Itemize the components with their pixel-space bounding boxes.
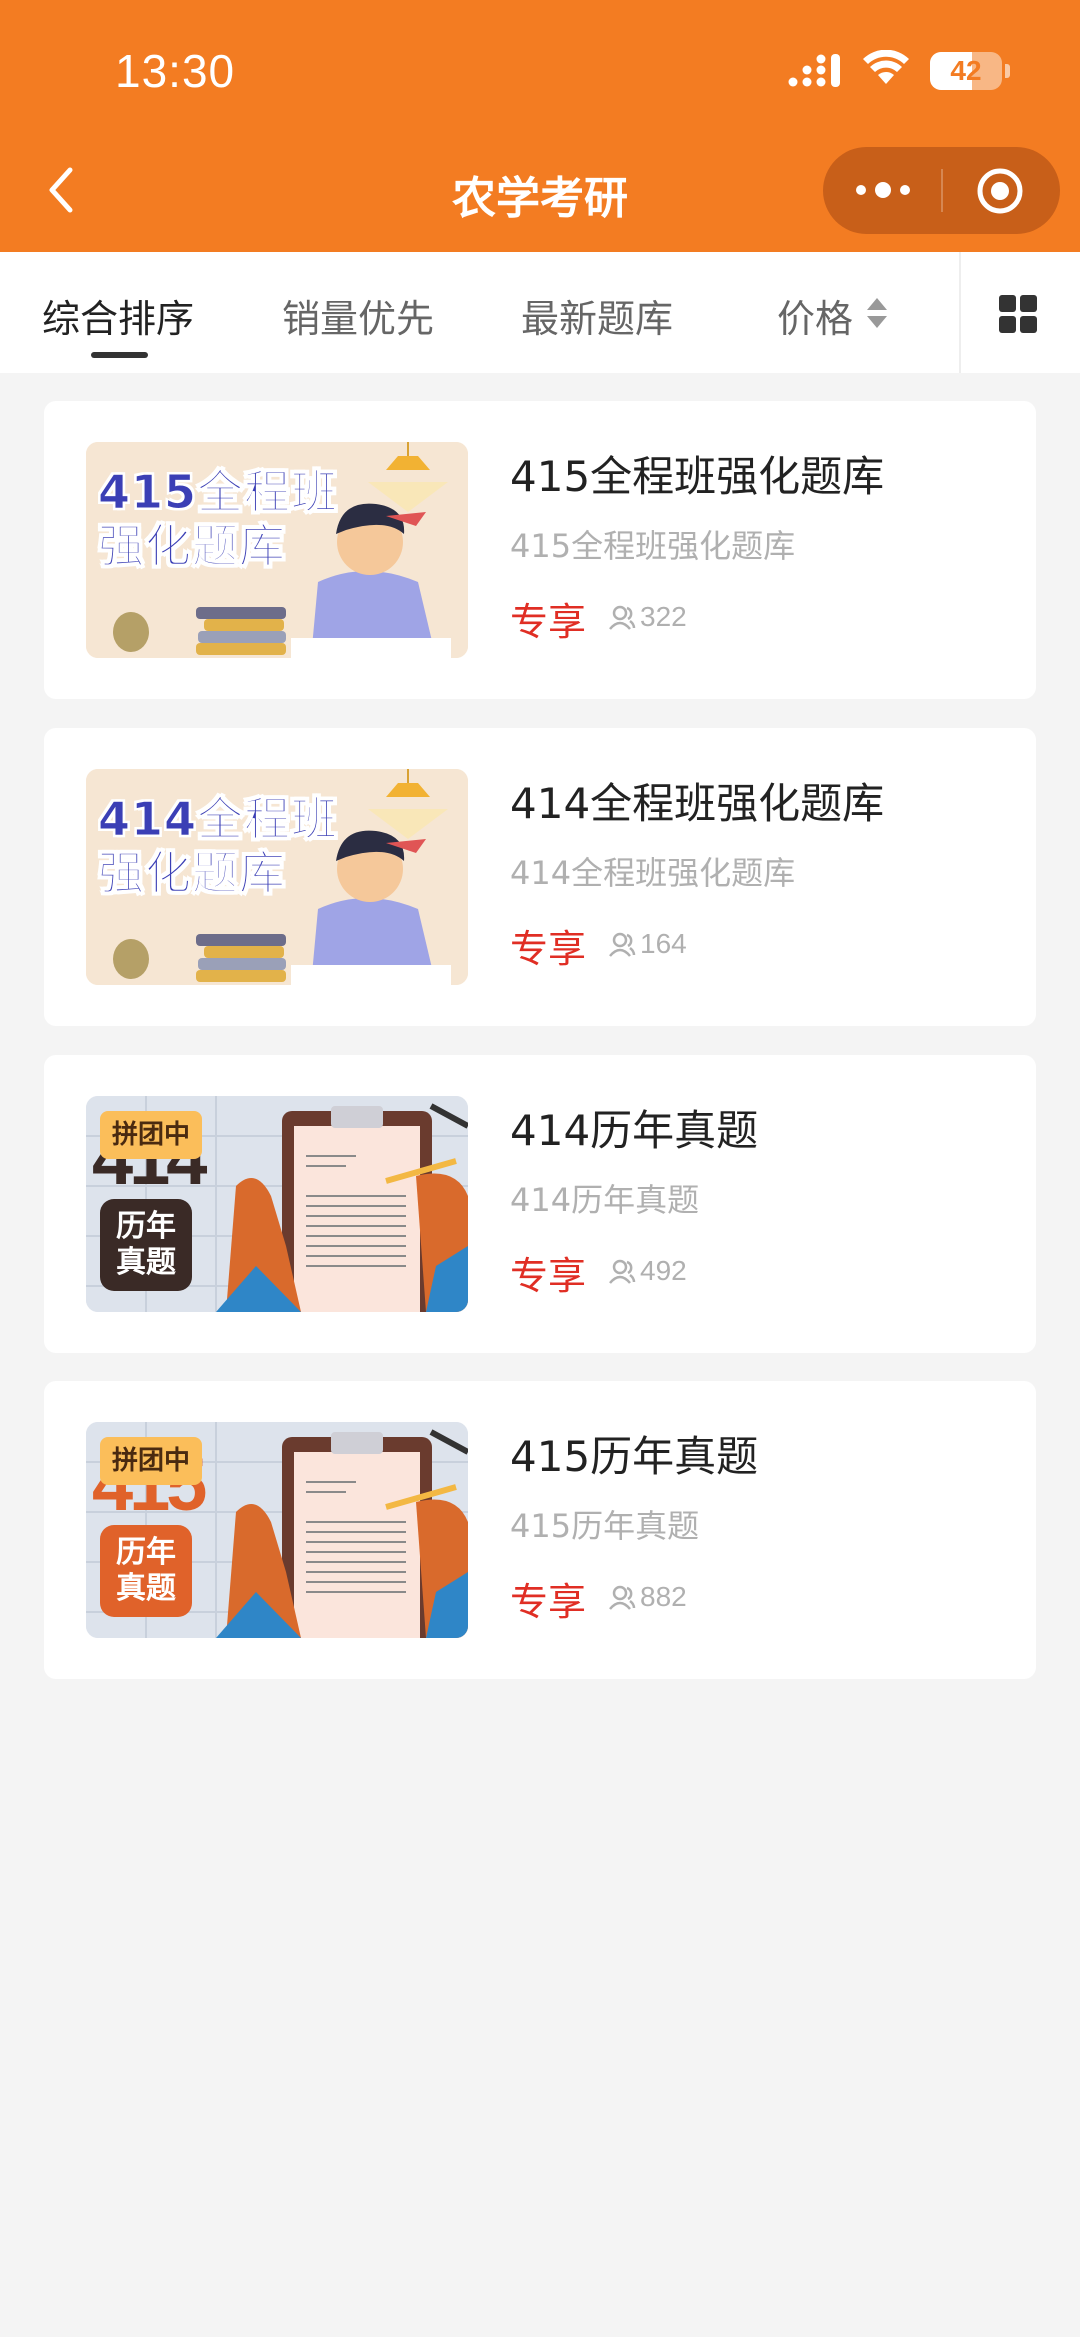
product-card[interactable]: 414 拼团中 历年 真题 414历年真题 414历年真题 专享 492 bbox=[44, 1055, 1036, 1353]
learner-count-value: 164 bbox=[640, 928, 687, 959]
exclusive-tag: 专享 bbox=[510, 1254, 587, 1298]
thumbnail-label-line1: 历年 bbox=[116, 1209, 176, 1244]
wifi-icon bbox=[863, 50, 909, 84]
top-header: 13:30 42 农学考研 bbox=[0, 0, 1080, 252]
learner-count: 492 bbox=[608, 1255, 687, 1287]
sort-arrows-icon bbox=[867, 298, 887, 328]
thumbnail-title-line2: 强化题库 bbox=[98, 519, 286, 573]
grid-view-icon[interactable] bbox=[998, 294, 1038, 334]
thumbnail-title-line2: 强化题库 bbox=[98, 846, 286, 900]
thumbnail-title-line1: 415全程班 bbox=[97, 465, 339, 519]
sort-bar: 综合排序 销量优先 最新题库 价格 bbox=[0, 252, 1080, 373]
active-tab-indicator bbox=[91, 352, 148, 358]
sort-sales[interactable]: 销量优先 bbox=[282, 288, 434, 343]
product-card[interactable]: 414全程班 强化题库 414全程班强化题库 414全程班强化题库 专享 164 bbox=[44, 728, 1036, 1026]
close-miniprogram-icon[interactable] bbox=[976, 167, 1024, 215]
product-subtitle: 414历年真题 bbox=[510, 1181, 700, 1219]
product-subtitle: 415历年真题 bbox=[510, 1507, 700, 1545]
battery-icon: 42 bbox=[930, 52, 1002, 90]
product-thumbnail: 414 拼团中 历年 真题 bbox=[86, 1096, 468, 1312]
product-subtitle: 415全程班强化题库 bbox=[510, 527, 796, 565]
learner-count-value: 882 bbox=[640, 1581, 687, 1612]
learner-count-value: 322 bbox=[640, 601, 687, 632]
battery-level: 42 bbox=[950, 55, 982, 86]
thumbnail-label-line1: 历年 bbox=[116, 1535, 176, 1570]
learner-count-value: 492 bbox=[640, 1255, 687, 1286]
product-card[interactable]: 415全程班 强化题库 415全程班强化题库 415全程班强化题库 专享 322 bbox=[44, 401, 1036, 699]
product-title: 414全程班强化题库 bbox=[510, 779, 885, 828]
product-subtitle: 414全程班强化题库 bbox=[510, 854, 796, 892]
more-options-icon[interactable] bbox=[853, 175, 913, 205]
thumbnail-label-line2: 真题 bbox=[116, 1245, 176, 1280]
product-title: 415历年真题 bbox=[510, 1432, 759, 1481]
cellular-signal-icon bbox=[788, 54, 840, 87]
product-thumbnail: 414全程班 强化题库 bbox=[86, 769, 468, 985]
sort-price[interactable]: 价格 bbox=[777, 288, 853, 343]
thumbnail-label: 历年 真题 bbox=[100, 1199, 192, 1291]
exclusive-tag: 专享 bbox=[510, 927, 587, 971]
exclusive-tag: 专享 bbox=[510, 600, 587, 644]
user-icon bbox=[609, 1585, 636, 1610]
product-title: 415全程班强化题库 bbox=[510, 452, 885, 501]
product-title: 414历年真题 bbox=[510, 1106, 759, 1155]
sort-newest[interactable]: 最新题库 bbox=[521, 288, 673, 343]
miniprogram-capsule bbox=[823, 147, 1060, 234]
sort-comprehensive[interactable]: 综合排序 bbox=[42, 288, 194, 343]
group-buy-badge: 拼团中 bbox=[100, 1111, 203, 1159]
thumbnail-title-line1: 414全程班 bbox=[97, 792, 339, 846]
status-time: 13:30 bbox=[115, 45, 236, 97]
learner-count: 322 bbox=[608, 601, 687, 633]
user-icon bbox=[609, 932, 636, 957]
learner-count: 882 bbox=[608, 1581, 687, 1613]
thumbnail-label-line2: 真题 bbox=[116, 1571, 176, 1606]
user-icon bbox=[609, 605, 636, 630]
user-icon bbox=[609, 1259, 636, 1284]
exclusive-tag: 专享 bbox=[510, 1580, 587, 1624]
group-buy-badge: 拼团中 bbox=[100, 1437, 203, 1485]
product-thumbnail: 415 拼团中 历年 真题 bbox=[86, 1422, 468, 1638]
learner-count: 164 bbox=[608, 928, 687, 960]
product-card[interactable]: 415 拼团中 历年 真题 415历年真题 415历年真题 专享 882 bbox=[44, 1381, 1036, 1679]
product-thumbnail: 415全程班 强化题库 bbox=[86, 442, 468, 658]
thumbnail-label: 历年 真题 bbox=[100, 1525, 192, 1617]
